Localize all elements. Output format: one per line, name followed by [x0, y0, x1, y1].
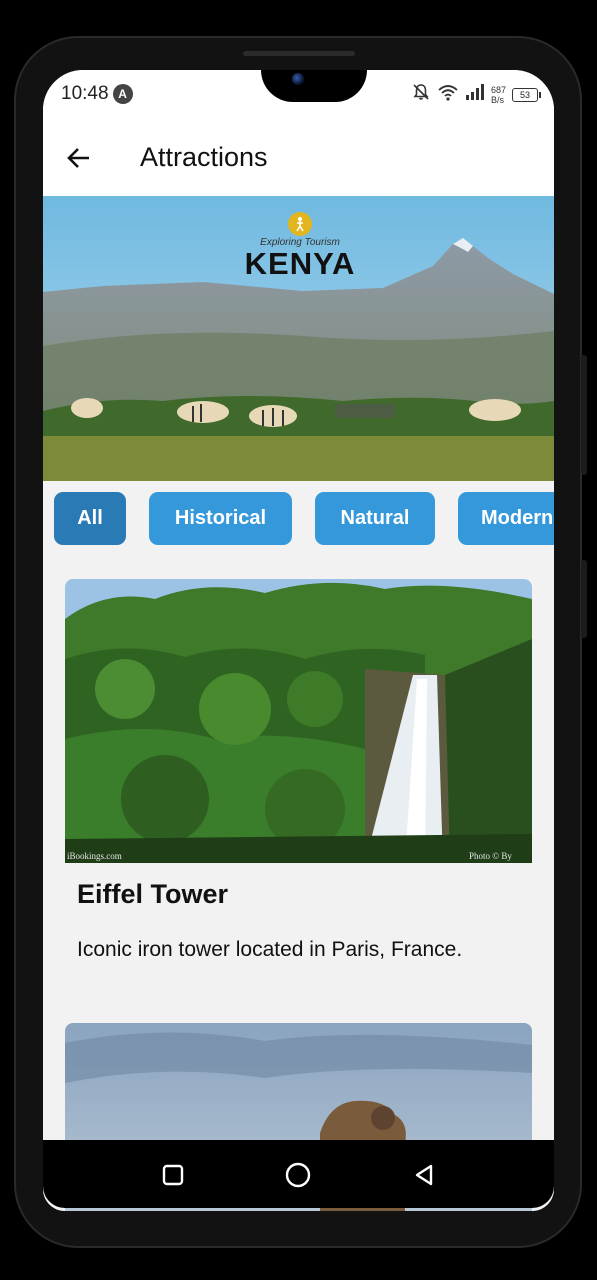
hiker-logo-icon: [288, 212, 312, 236]
camera-notch: [261, 70, 367, 102]
nav-home-button[interactable]: [281, 1158, 315, 1192]
earpiece-speaker: [243, 51, 355, 56]
image-watermark-right: Photo © By: [469, 851, 512, 861]
status-time: 10:48: [61, 83, 109, 104]
circle-icon: [285, 1162, 311, 1188]
back-button[interactable]: [63, 142, 95, 174]
hero-brand: Exploring Tourism KENYA: [235, 212, 365, 280]
image-watermark-left: iBookings.com: [67, 851, 122, 861]
battery-icon: 53: [512, 87, 541, 102]
arrow-left-icon: [67, 148, 89, 168]
wifi-icon: [437, 82, 459, 107]
nav-back-button[interactable]: [407, 1158, 441, 1192]
filter-chip-historical[interactable]: Historical: [149, 492, 292, 545]
system-navigation-bar: [43, 1140, 554, 1208]
bell-off-icon: [411, 82, 431, 107]
app-badge-icon: A: [112, 84, 133, 104]
square-icon: [162, 1164, 184, 1186]
page-title: Attractions: [140, 142, 268, 172]
status-icons: 687 B/s 53: [411, 82, 541, 107]
signal-icon: [465, 83, 485, 106]
attraction-image: [65, 579, 532, 863]
filter-chip-all[interactable]: All: [54, 492, 126, 545]
front-camera: [292, 73, 304, 85]
network-speed: 687 B/s: [490, 84, 506, 105]
hero-banner-image: Exploring Tourism KENYA: [43, 196, 554, 481]
volume-button: [581, 355, 587, 475]
card-description: Iconic iron tower located in Paris, Fran…: [77, 938, 463, 961]
attraction-card[interactable]: iBookings.com Photo © By Eiffel Tower Ic…: [65, 579, 532, 979]
attractions-list: iBookings.com Photo © By Eiffel Tower Ic…: [43, 565, 554, 1211]
screen: 10:48 A 687 B/s 53 Attractions Exploring…: [43, 70, 554, 1211]
triangle-left-icon: [415, 1164, 433, 1186]
power-button: [581, 560, 587, 638]
card-title: Eiffel Tower: [77, 879, 229, 909]
filter-chip-natural[interactable]: Natural: [315, 492, 435, 545]
filter-chip-modern[interactable]: Modern: [458, 492, 554, 545]
category-filter-bar: All Historical Natural Modern: [43, 481, 554, 565]
app-bar: Attractions: [43, 118, 554, 196]
banner-country: KENYA: [244, 246, 356, 281]
nav-recent-button[interactable]: [156, 1158, 190, 1192]
